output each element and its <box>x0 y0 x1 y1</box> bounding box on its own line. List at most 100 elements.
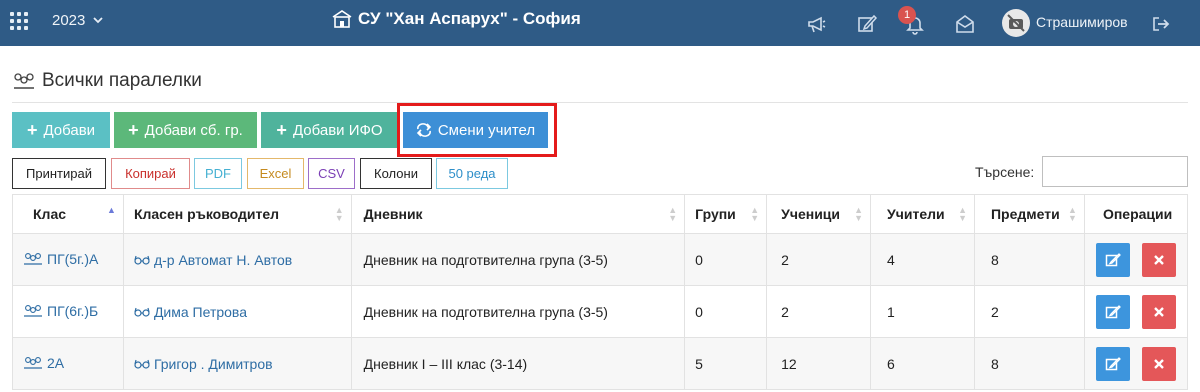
cell-teacher: Григор . Димитров <box>122 337 352 390</box>
sort-asc-icon: ▲ <box>107 205 116 215</box>
excel-button[interactable]: Excel <box>247 158 304 189</box>
username[interactable]: Страшимиров <box>1036 14 1128 30</box>
delete-button[interactable] <box>1141 242 1176 277</box>
top-navbar: 2023 СУ "Хан Аспарух" - София 1 Страшими… <box>0 0 1200 46</box>
col-header-subjects[interactable]: Предмети ▲ ▼ <box>973 194 1085 234</box>
school-name: СУ "Хан Аспарух" - София <box>358 9 581 28</box>
col-header-label: Групи <box>695 206 736 222</box>
sort-icon: ▲ ▼ <box>668 205 678 223</box>
cell-groups: 0 <box>684 233 768 286</box>
avatar[interactable] <box>1002 9 1030 37</box>
add-button-label: Добави <box>43 121 96 139</box>
page-title-text: Всички паралелки <box>42 70 202 91</box>
delete-button[interactable] <box>1141 294 1176 329</box>
plus-icon: + <box>276 120 287 140</box>
cell-subjects: 2 <box>973 285 1085 338</box>
page-size-button[interactable]: 50 реда <box>436 158 508 189</box>
class-link[interactable]: ПГ(6г.)Б <box>23 303 98 319</box>
cell-groups: 0 <box>684 285 768 338</box>
col-header-label: Операции <box>1102 206 1173 222</box>
edit-note-icon[interactable] <box>856 13 878 35</box>
cell-teachers: 6 <box>870 337 975 390</box>
add-group-button[interactable]: + Добави сб. гр. <box>114 112 257 148</box>
class-group-icon <box>24 252 42 265</box>
divider <box>12 102 1188 103</box>
copy-button[interactable]: Копирай <box>111 158 190 189</box>
classes-table: Клас ▲ Класен ръководител ▲ ▼ Дневник ▲ ▼ Гру… <box>12 194 1189 390</box>
add-ifo-button[interactable]: + Добави ИФО <box>261 112 398 148</box>
table-row: 2А Григор . Димитров Дневник I – III кла… <box>12 337 1189 390</box>
pdf-button[interactable]: PDF <box>194 158 242 189</box>
add-button[interactable]: + Добави <box>12 112 110 148</box>
cell-subjects: 8 <box>973 337 1085 390</box>
cell-diary: Дневник I – III клас (3-14) <box>350 337 686 390</box>
highlight-box <box>397 103 557 157</box>
col-header-diary[interactable]: Дневник ▲ ▼ <box>350 194 686 234</box>
search-label: Търсене: <box>975 164 1035 180</box>
cell-teacher: д-р Автомат Н. Автов <box>122 233 352 286</box>
col-header-students[interactable]: Ученици ▲ ▼ <box>766 194 872 234</box>
col-header-label: Предмети <box>990 206 1060 222</box>
cell-students: 2 <box>766 233 872 286</box>
edit-icon <box>1105 356 1121 370</box>
plus-icon: + <box>26 120 38 140</box>
teacher-link[interactable]: д-р Автомат Н. Автов <box>134 252 292 268</box>
sort-icon: ▲ ▼ <box>334 205 344 223</box>
col-header-teachers[interactable]: Учители ▲ ▼ <box>870 194 975 234</box>
cell-teachers: 1 <box>870 285 975 338</box>
edit-button[interactable] <box>1095 242 1130 277</box>
class-link[interactable]: ПГ(5г.)А <box>23 251 98 267</box>
class-group-icon <box>24 304 42 317</box>
col-header-groups[interactable]: Групи ▲ ▼ <box>684 194 768 234</box>
col-header-label: Учители <box>887 206 945 222</box>
teacher-link[interactable]: Григор . Димитров <box>134 356 273 372</box>
cell-operations <box>1083 337 1189 390</box>
cell-teachers: 4 <box>870 233 975 286</box>
school-title: СУ "Хан Аспарух" - София <box>332 9 581 29</box>
cell-operations <box>1083 233 1189 286</box>
sort-icon: ▲ ▼ <box>1068 205 1077 223</box>
close-icon <box>1154 254 1164 265</box>
logout-icon[interactable] <box>1150 13 1172 35</box>
plus-icon: + <box>128 120 139 140</box>
sort-icon: ▲ ▼ <box>958 205 967 223</box>
close-icon <box>1154 358 1164 369</box>
glasses-icon <box>134 359 150 369</box>
cell-class: 2А <box>12 337 124 390</box>
teacher-link[interactable]: Дима Петрова <box>134 304 247 320</box>
class-name: ПГ(6г.)Б <box>47 302 99 319</box>
class-link[interactable]: 2А <box>23 355 64 371</box>
class-name: ПГ(5г.)А <box>47 250 99 267</box>
cell-groups: 5 <box>684 337 768 390</box>
apps-grid-icon[interactable] <box>10 12 28 30</box>
class-group-icon <box>24 356 42 369</box>
search-input[interactable] <box>1042 156 1188 187</box>
megaphone-icon[interactable] <box>806 13 828 35</box>
cell-class: ПГ(5г.)А <box>12 233 124 286</box>
cell-teacher: Дима Петрова <box>122 285 352 338</box>
cell-students: 2 <box>766 285 872 338</box>
col-header-class[interactable]: Клас ▲ <box>12 194 124 234</box>
chevron-down-icon <box>93 17 104 24</box>
cell-operations <box>1083 285 1189 338</box>
col-header-teacher[interactable]: Класен ръководител ▲ ▼ <box>122 194 352 234</box>
col-header-label: Клас <box>33 206 67 222</box>
csv-button[interactable]: CSV <box>308 158 355 189</box>
close-icon <box>1154 306 1164 317</box>
edit-button[interactable] <box>1095 294 1130 329</box>
edit-button[interactable] <box>1095 346 1130 381</box>
columns-button[interactable]: Колони <box>360 158 432 189</box>
no-camera-icon <box>1007 14 1025 32</box>
cell-diary: Дневник на подготвителна група (3-5) <box>350 233 686 286</box>
table-row: ПГ(5г.)А д-р Автомат Н. Автов Дневник на… <box>12 233 1189 286</box>
year-selector[interactable]: 2023 <box>52 12 104 29</box>
class-group-icon <box>14 73 34 89</box>
print-button[interactable]: Принтирай <box>12 158 106 189</box>
envelope-open-icon[interactable] <box>954 13 976 35</box>
teacher-name: Дима Петрова <box>153 303 247 320</box>
table-row: ПГ(6г.)Б Дима Петрова Дневник на подготв… <box>12 285 1189 338</box>
delete-button[interactable] <box>1141 346 1176 381</box>
cell-class: ПГ(6г.)Б <box>12 285 124 338</box>
edit-icon <box>1105 304 1121 318</box>
add-group-button-label: Добави сб. гр. <box>144 121 243 139</box>
